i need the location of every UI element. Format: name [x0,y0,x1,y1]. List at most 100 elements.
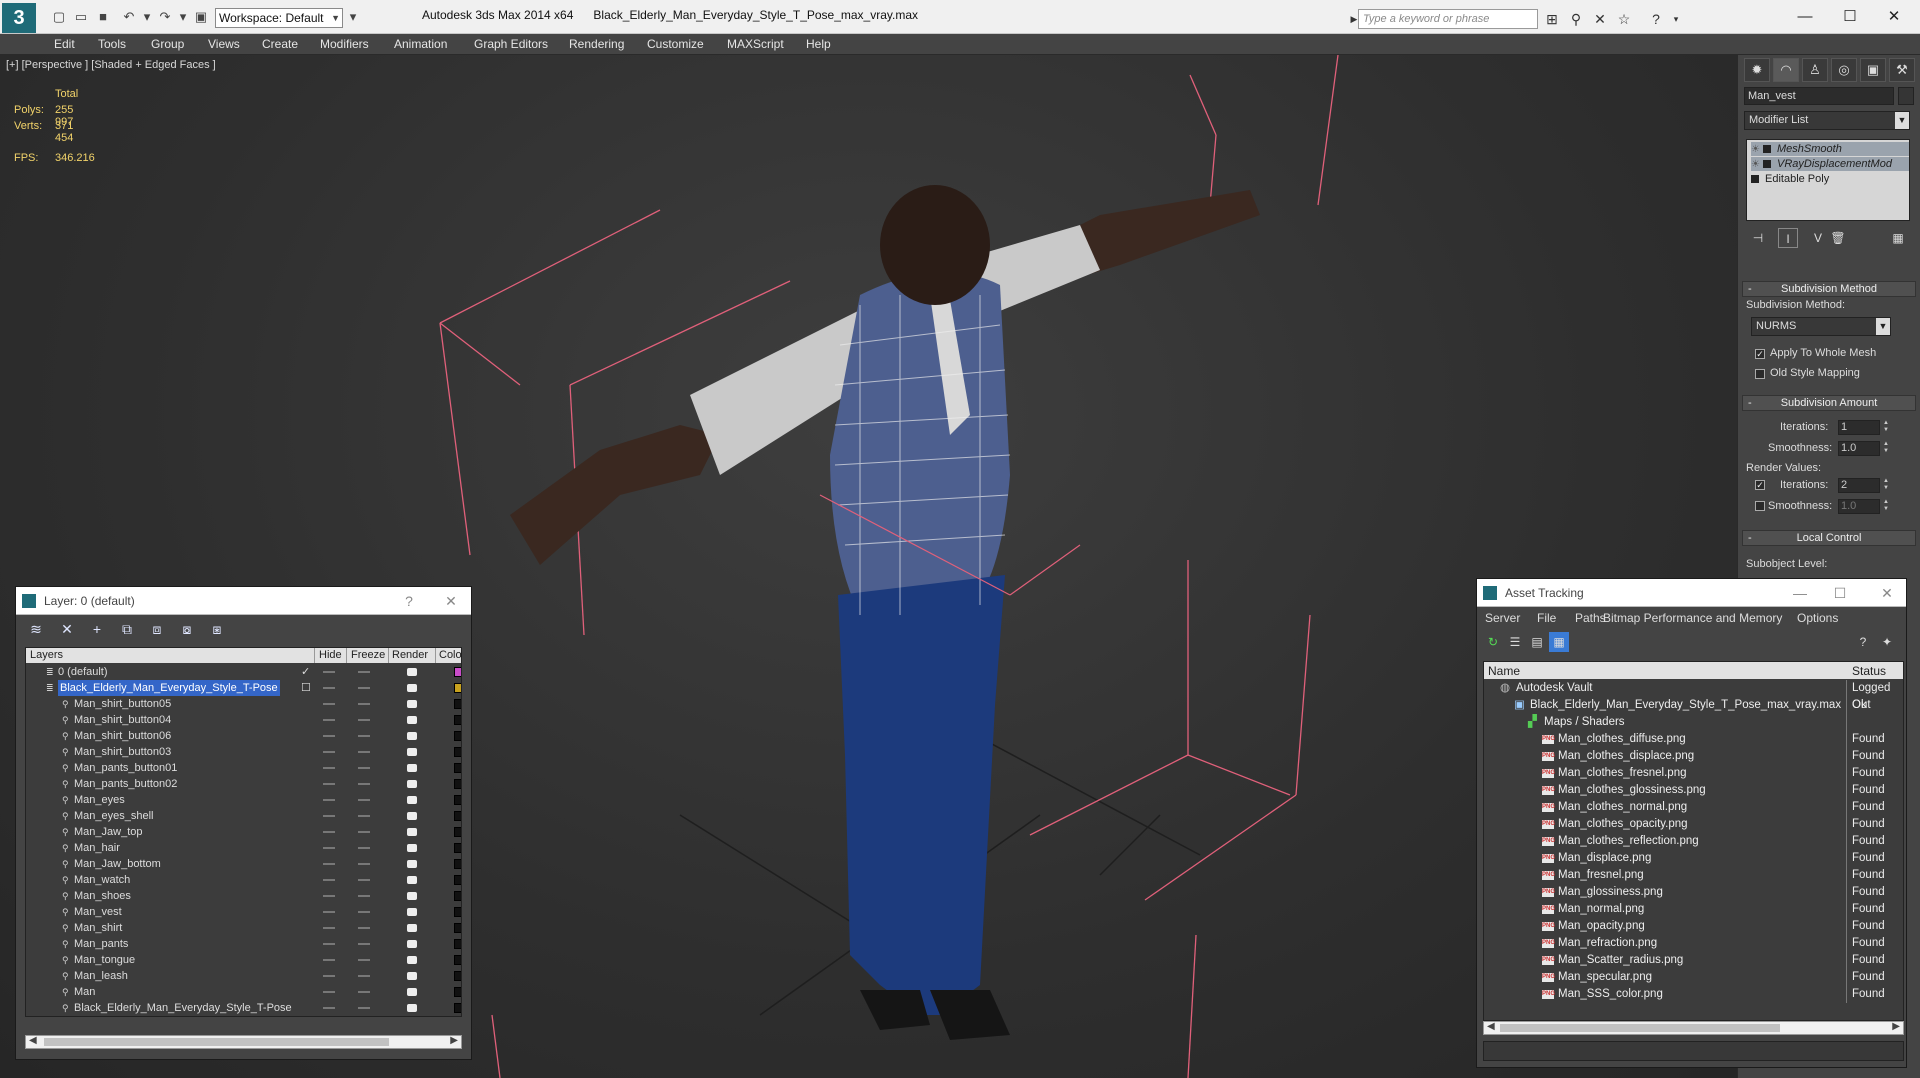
layer-horizontal-scrollbar[interactable]: ◀ ▶ [25,1035,462,1049]
column-color[interactable]: Colo [439,649,461,661]
freeze-toggle[interactable] [358,719,370,721]
scroll-right-icon[interactable]: ▶ [450,1035,458,1046]
layer-color-swatch[interactable] [454,875,461,885]
pin-stack-icon[interactable]: ⊣ [1748,228,1768,248]
menu-customize[interactable]: Customize [647,37,704,51]
lightbulb-icon[interactable]: ☀ [1751,158,1763,172]
layer-object-row[interactable]: ⚲ Man_pants [26,936,461,952]
layer-color-swatch[interactable] [454,859,461,869]
freeze-toggle[interactable] [358,783,370,785]
layer-object-row[interactable]: ⚲ Black_Elderly_Man_Everyday_Style_T-Pose [26,1000,461,1016]
utilities-tab-icon[interactable]: ⚒ [1889,58,1915,82]
column-status[interactable]: Status [1852,664,1886,678]
layer-object-row[interactable]: ⚲ Man [26,984,461,1000]
layer-color-swatch[interactable] [454,907,461,917]
scroll-left-icon[interactable]: ◀ [29,1035,37,1046]
close-icon[interactable]: ✕ [438,587,464,615]
layer-object-row[interactable]: ⚲ Man_Jaw_bottom [26,856,461,872]
hide-toggle[interactable] [323,831,335,833]
hide-toggle[interactable] [323,703,335,705]
stack-item-vraydisplacement[interactable]: ☀ VRayDisplacementMod [1751,157,1909,171]
hierarchy-tab-icon[interactable]: ♙ [1802,58,1828,82]
expand-icon[interactable] [1751,175,1759,184]
modify-tab-icon[interactable]: ◠ [1773,58,1799,82]
motion-tab-icon[interactable]: ◎ [1831,58,1857,82]
layer-object-row[interactable]: ⚲ Man_shirt_button04 [26,712,461,728]
render-teapot-icon[interactable] [407,748,417,756]
layer-object-row[interactable]: ⚲ Man_tongue [26,952,461,968]
hide-toggle[interactable] [323,879,335,881]
layer-color-swatch[interactable] [454,731,461,741]
asset-file-row[interactable]: PNG Man_clothes_displace.png Found [1484,748,1903,765]
spinner-arrows-icon[interactable]: ▲ ▼ [1883,499,1891,514]
asset-file-row[interactable]: PNG Man_clothes_fresnel.png Found [1484,765,1903,782]
render-smoothness-spinner[interactable]: 1.0 [1838,499,1880,514]
smoothness-spinner[interactable]: 1.0 [1838,441,1880,456]
layer-object-row[interactable]: ⚲ Man_Jaw_top [26,824,461,840]
layer-color-swatch[interactable] [454,763,461,773]
hide-toggle[interactable] [323,863,335,865]
expand-icon[interactable] [1763,145,1771,154]
render-teapot-icon[interactable] [407,1004,417,1012]
asset-file-row[interactable]: PNG Man_glossiness.png Found [1484,884,1903,901]
hide-toggle[interactable] [323,975,335,977]
maximize-icon[interactable]: ☐ [1830,6,1870,28]
asset-file-row[interactable]: PNG Man_refraction.png Found [1484,935,1903,952]
hide-toggle[interactable] [323,1007,335,1009]
render-teapot-icon[interactable] [407,684,417,692]
render-teapot-icon[interactable] [407,732,417,740]
select-objects-icon[interactable]: ⧉ [117,620,137,638]
render-smoothness-checkbox[interactable] [1755,501,1765,511]
stack-item-meshsmooth[interactable]: ☀ MeshSmooth [1751,142,1909,156]
freeze-toggle[interactable] [358,767,370,769]
layer-object-row[interactable]: ⚲ Man_leash [26,968,461,984]
layer-object-row[interactable]: ⚲ Man_shirt [26,920,461,936]
asset-horizontal-scrollbar[interactable]: ◀ ▶ [1483,1021,1904,1035]
minimize-icon[interactable]: — [1787,579,1813,607]
asset-file-row[interactable]: PNG Man_clothes_glossiness.png Found [1484,782,1903,799]
search-input[interactable]: Type a keyword or phrase [1358,9,1538,29]
highlight-layer-icon[interactable]: ⧇ [177,620,197,638]
menu-edit[interactable]: Edit [54,37,75,51]
freeze-toggle[interactable] [358,959,370,961]
layer-color-swatch[interactable] [454,827,461,837]
menu-tools[interactable]: Tools [98,37,126,51]
render-teapot-icon[interactable] [407,892,417,900]
old-style-mapping-checkbox[interactable] [1755,369,1765,379]
hide-toggle[interactable] [323,719,335,721]
hide-toggle[interactable] [323,783,335,785]
layer-color-swatch[interactable] [454,987,461,997]
freeze-toggle[interactable] [358,943,370,945]
help-dropdown-icon[interactable]: ▾ [1666,9,1686,29]
configure-sets-icon[interactable]: ▦ [1888,228,1908,248]
layer-color-swatch[interactable] [454,923,461,933]
layer-color-swatch[interactable] [454,683,461,693]
layer-color-swatch[interactable] [454,779,461,789]
asset-file-row[interactable]: PNG Man_clothes_diffuse.png Found [1484,731,1903,748]
asset-file-row[interactable]: PNG Man_SSS_color.png Found [1484,986,1903,1003]
hide-toggle[interactable] [323,959,335,961]
render-teapot-icon[interactable] [407,812,417,820]
remove-modifier-icon[interactable]: 🗑 [1828,228,1848,248]
hide-toggle[interactable] [323,847,335,849]
freeze-toggle[interactable] [358,751,370,753]
hide-toggle[interactable] [323,671,335,673]
layer-object-row[interactable]: ⚲ Man_shirt_button03 [26,744,461,760]
vault-icon[interactable]: ✦ [1877,632,1897,652]
render-iterations-checkbox[interactable]: ✓ [1755,480,1765,490]
layer-color-swatch[interactable] [454,715,461,725]
select-layer-icon[interactable]: ⧈ [147,620,167,638]
freeze-toggle[interactable] [358,831,370,833]
layer-object-row[interactable]: ⚲ Man_shirt_button06 [26,728,461,744]
freeze-toggle[interactable] [358,799,370,801]
subdivision-amount-rollout[interactable]: - Subdivision Amount [1742,395,1916,411]
layers-stack-icon[interactable]: ≋ [26,620,46,638]
layer-color-swatch[interactable] [454,891,461,901]
show-end-result-icon[interactable]: I [1778,228,1798,248]
menu-modifiers[interactable]: Modifiers [320,37,369,51]
make-unique-icon[interactable]: V [1808,228,1828,248]
column-name[interactable]: Name [1488,664,1520,678]
asset-window-titlebar[interactable]: Asset Tracking — ☐ ✕ [1477,579,1906,607]
layer-color-swatch[interactable] [454,939,461,949]
render-teapot-icon[interactable] [407,844,417,852]
